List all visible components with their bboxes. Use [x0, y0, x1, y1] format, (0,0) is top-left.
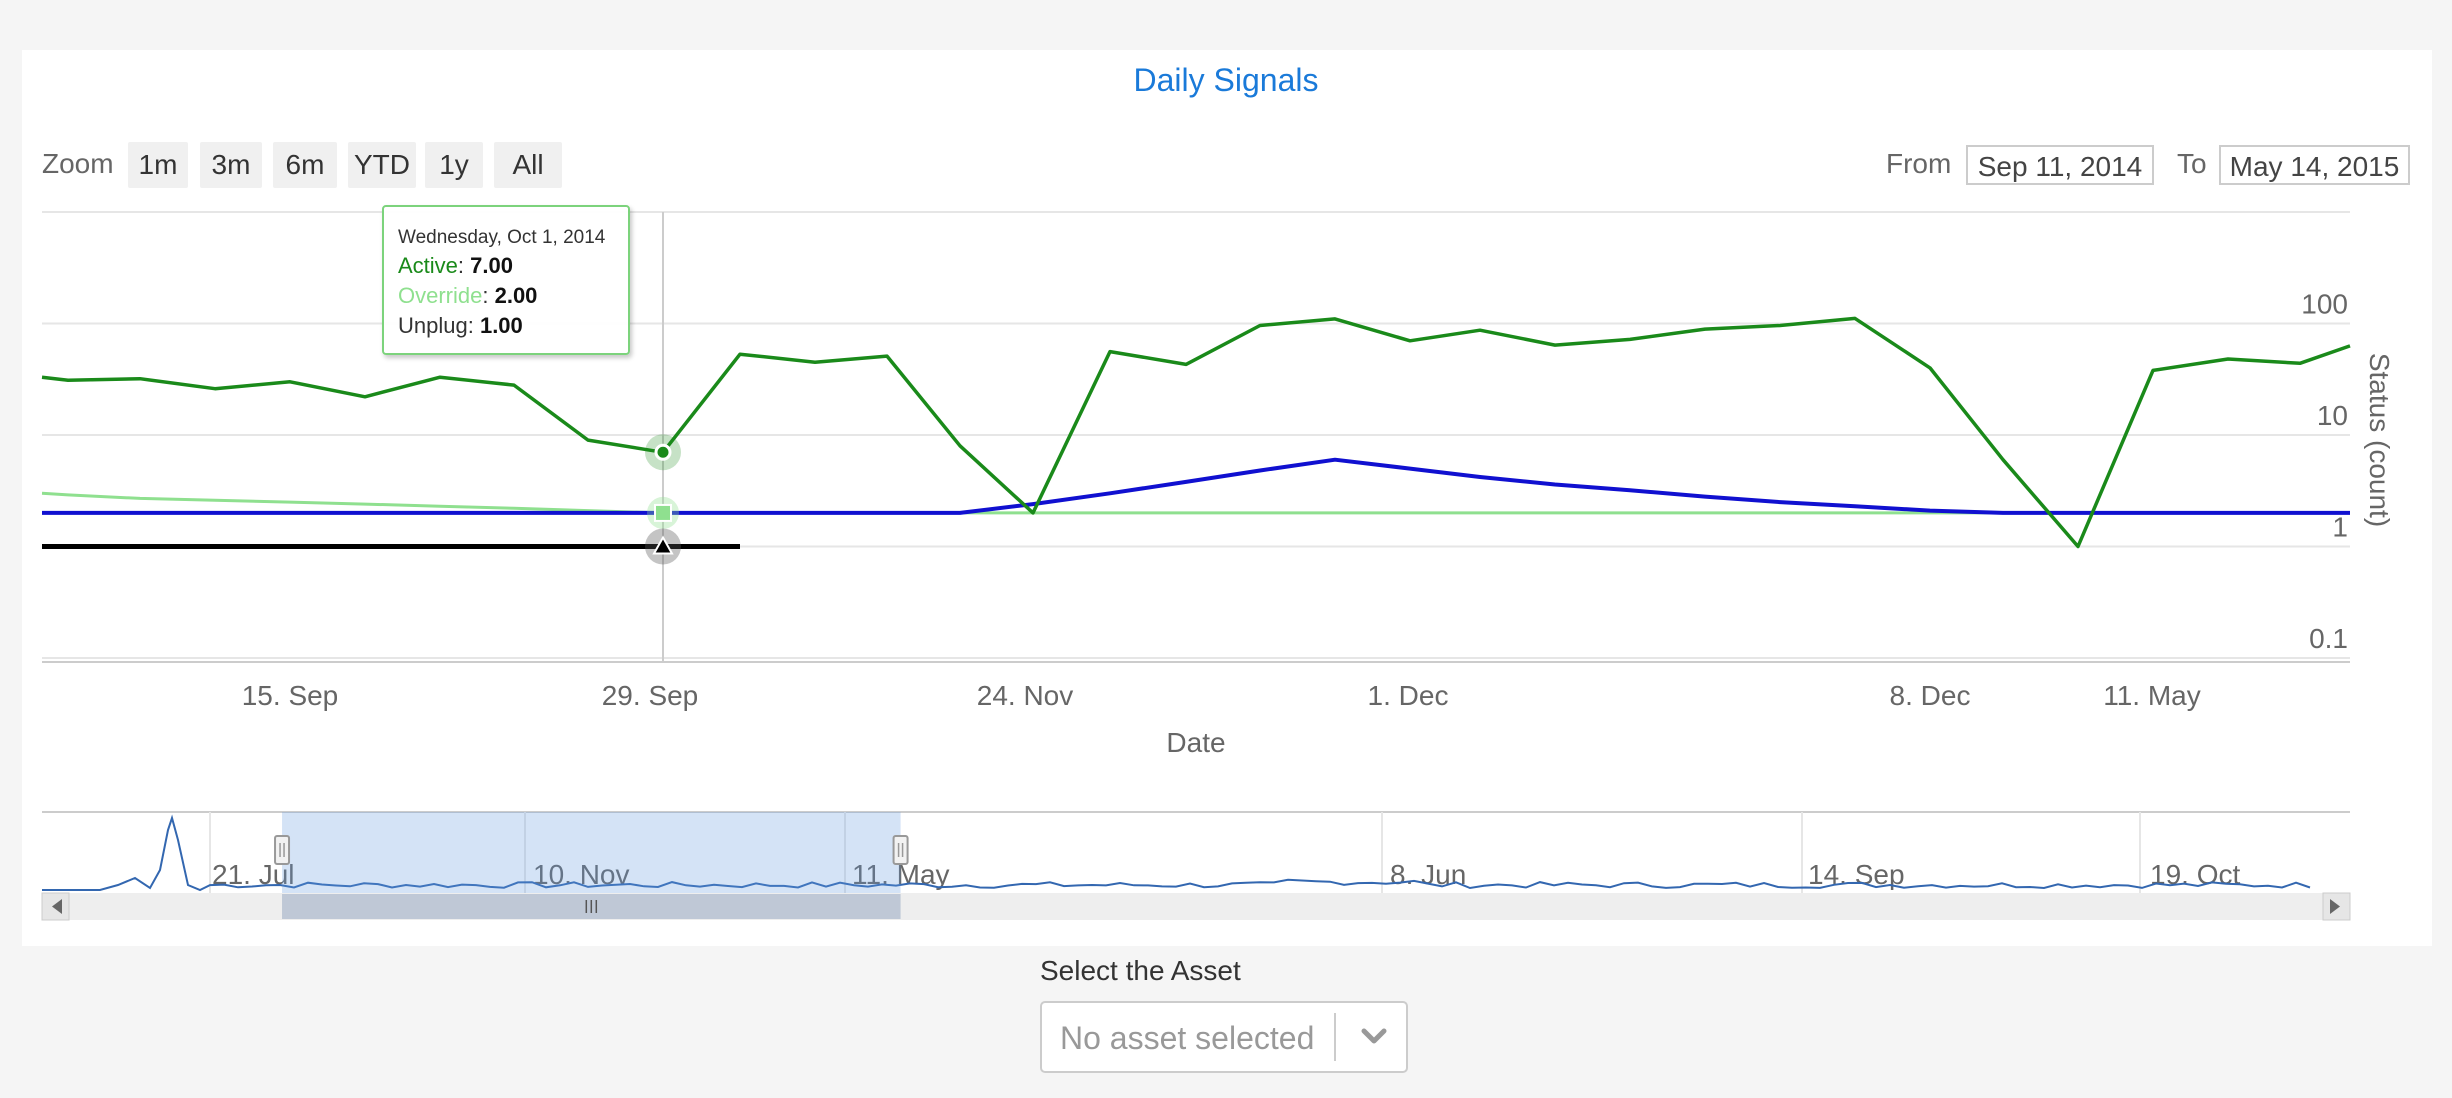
x-tick-label: 1. Dec — [1368, 680, 1449, 711]
tooltip-row-unplug: Unplug: 1.00 — [398, 313, 523, 338]
tooltip: Wednesday, Oct 1, 2014 Active: 7.00 Over… — [382, 205, 630, 355]
tooltip-row-override: Override: 2.00 — [398, 283, 538, 308]
x-tick-label: 24. Nov — [977, 680, 1074, 711]
chart-svg: 100 10 1 0.1 15. Sep 29. Sep 24. Nov 1. Dec 8. D… — [41, 211, 2395, 921]
x-tick-label: 15. Sep — [242, 680, 339, 711]
navigator-label: 8. Jun — [1390, 859, 1466, 890]
tooltip-active-label: Active — [398, 253, 458, 278]
x-tick-label: 29. Sep — [602, 680, 699, 711]
asset-select-placeholder: No asset selected — [1060, 1020, 1315, 1056]
x-axis-title: Date — [1166, 727, 1225, 758]
tooltip-override-value: 2.00 — [494, 283, 538, 308]
y-axis-title: Status (count) — [2364, 353, 2395, 527]
y-tick-label: 10 — [2317, 400, 2348, 431]
y-tick-label: 100 — [2301, 289, 2348, 320]
tooltip-date: Wednesday, Oct 1, 2014 — [398, 227, 606, 248]
tooltip-unplug-value: 1.00 — [479, 313, 523, 338]
navigator[interactable]: 21. Jul 10. Nov 11. May 8. Jun 14. Sep 19. Oc… — [41, 811, 2351, 921]
chevron-down-icon[interactable] — [1346, 1015, 1402, 1059]
asset-select-label: Select the Asset — [1040, 955, 1241, 986]
y-tick-label: 0.1 — [2309, 623, 2348, 654]
x-tick-label: 11. May — [2103, 680, 2201, 711]
navigator-handle-left — [274, 835, 291, 865]
tooltip-unplug-label: Unplug — [398, 313, 468, 338]
y-tick-label: 1 — [2332, 512, 2348, 543]
hover-marker-override — [654, 503, 672, 522]
tooltip-override-label: Override — [398, 283, 483, 308]
axes: 100 10 1 0.1 15. Sep 29. Sep 24. Nov 1. Dec 8. D… — [42, 289, 2395, 758]
asset-select-divider — [1334, 1013, 1336, 1061]
tooltip-active-value: 7.00 — [470, 253, 513, 278]
navigator-handle-right — [892, 835, 909, 865]
series-line-override — [41, 491, 2350, 515]
navigator-selection — [282, 812, 901, 895]
hover-marker-active — [654, 443, 672, 461]
tooltip-row-active: Active: 7.00 — [398, 253, 513, 278]
x-tick-label: 8. Dec — [1890, 680, 1971, 711]
asset-select[interactable]: No asset selected — [1040, 1001, 1408, 1073]
